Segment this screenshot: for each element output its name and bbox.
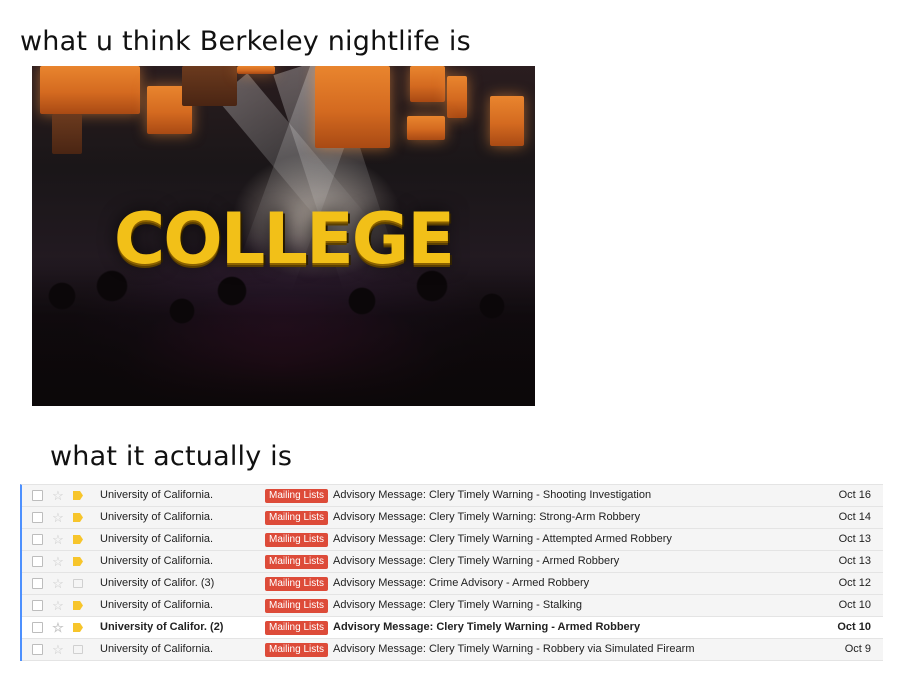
star-icon[interactable]: ☆ (51, 639, 65, 660)
select-checkbox[interactable] (32, 512, 43, 523)
star-icon[interactable]: ☆ (51, 529, 65, 550)
mailing-lists-label[interactable]: Mailing Lists (265, 511, 329, 525)
select-checkbox[interactable] (32, 600, 43, 611)
email-date: Oct 10 (837, 621, 871, 633)
email-subject: Advisory Message: Clery Timely Warning -… (333, 621, 641, 633)
email-row[interactable]: ☆ University of California. Mailing Lists A… (22, 529, 883, 551)
importance-marker-icon[interactable] (73, 535, 83, 544)
importance-marker-icon[interactable] (73, 579, 83, 588)
email-date: Oct 12 (838, 577, 871, 589)
sender-name: University of California. (100, 533, 214, 545)
email-date: Oct 14 (838, 511, 871, 523)
importance-marker-icon[interactable] (73, 645, 83, 654)
mailing-lists-label[interactable]: Mailing Lists (265, 643, 329, 657)
email-row[interactable]: ☆ University of California. Mailing Lists A… (22, 485, 883, 507)
sender-name: University of California. (100, 489, 214, 501)
sender-name: University of Califor. (2) (100, 621, 224, 633)
email-subject: Advisory Message: Clery Timely Warning -… (333, 643, 695, 655)
star-icon[interactable]: ☆ (51, 551, 65, 572)
star-icon[interactable]: ☆ (51, 507, 65, 528)
mailing-lists-label[interactable]: Mailing Lists (265, 577, 329, 591)
nightclub-promo-image: COLLEGE (32, 66, 535, 406)
select-checkbox[interactable] (32, 622, 43, 633)
email-date: Oct 16 (838, 489, 871, 501)
star-icon[interactable]: ☆ (51, 485, 65, 506)
email-row[interactable]: ☆ University of California. Mailing Lists A… (22, 595, 883, 617)
email-date: Oct 13 (838, 555, 871, 567)
email-subject: Advisory Message: Clery Timely Warning -… (333, 489, 652, 501)
email-row[interactable]: ☆ University of California. Mailing Lists A… (22, 551, 883, 573)
sender-name: University of California. (100, 511, 214, 523)
mailing-lists-label[interactable]: Mailing Lists (265, 621, 329, 635)
email-date: Oct 10 (838, 599, 871, 611)
email-row[interactable]: ☆ University of Califor. (3) Mailing Lists… (22, 573, 883, 595)
select-checkbox[interactable] (32, 490, 43, 501)
select-checkbox[interactable] (32, 556, 43, 567)
email-subject: Advisory Message: Clery Timely Warning -… (333, 599, 583, 611)
mailing-lists-label[interactable]: Mailing Lists (265, 599, 329, 613)
star-icon[interactable]: ☆ (51, 617, 65, 638)
importance-marker-icon[interactable] (73, 491, 83, 500)
importance-marker-icon[interactable] (73, 601, 83, 610)
sender-name: University of California. (100, 555, 214, 567)
mailing-lists-label[interactable]: Mailing Lists (265, 489, 329, 503)
caption-top: what u think Berkeley nightlife is (20, 26, 471, 57)
select-checkbox[interactable] (32, 644, 43, 655)
email-subject: Advisory Message: Clery Timely Warning: … (333, 511, 641, 523)
importance-marker-icon[interactable] (73, 513, 83, 522)
star-icon[interactable]: ☆ (51, 573, 65, 594)
select-checkbox[interactable] (32, 534, 43, 545)
email-row[interactable]: ☆ University of California. Mailing Lists A… (22, 507, 883, 529)
mailing-lists-label[interactable]: Mailing Lists (265, 555, 329, 569)
select-checkbox[interactable] (32, 578, 43, 589)
sender-name: University of California. (100, 643, 214, 655)
email-date: Oct 9 (844, 643, 871, 655)
inbox-message-list: ☆ University of California. Mailing Lists A… (20, 484, 883, 661)
importance-marker-icon[interactable] (73, 557, 83, 566)
email-row[interactable]: ☆ University of Califor. (2) Mailing Lists… (22, 617, 883, 639)
email-subject: Advisory Message: Clery Timely Warning -… (333, 555, 620, 567)
email-row[interactable]: ☆ University of California. Mailing Lists A… (22, 639, 883, 661)
sender-name: University of California. (100, 599, 214, 611)
email-subject: Advisory Message: Crime Advisory - Armed… (333, 577, 590, 589)
importance-marker-icon[interactable] (73, 623, 83, 632)
mailing-lists-label[interactable]: Mailing Lists (265, 533, 329, 547)
caption-bottom: what it actually is (50, 441, 293, 472)
star-icon[interactable]: ☆ (51, 595, 65, 616)
sender-name: University of Califor. (3) (100, 577, 215, 589)
email-date: Oct 13 (838, 533, 871, 545)
email-subject: Advisory Message: Clery Timely Warning -… (333, 533, 672, 545)
college-logo: COLLEGE (113, 198, 455, 280)
